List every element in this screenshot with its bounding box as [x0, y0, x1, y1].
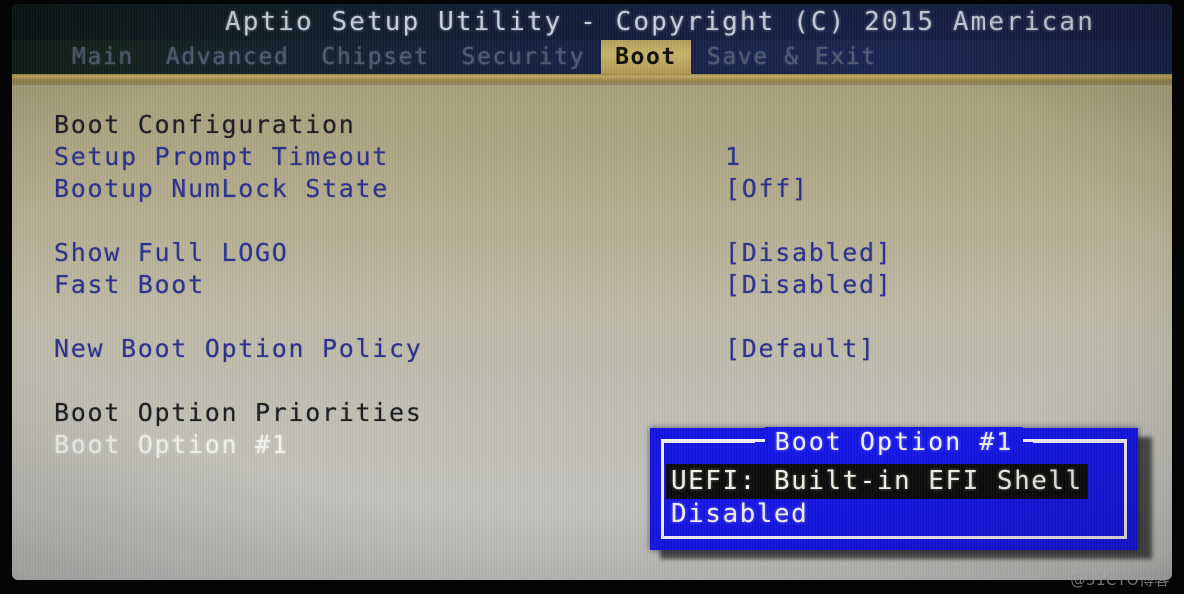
setting-row[interactable]: Setup Prompt Timeout 1: [12, 140, 1172, 172]
popup-option[interactable]: Disabled: [668, 498, 811, 530]
setting-label: Boot Configuration: [54, 109, 356, 139]
setting-label: Show Full LOGO: [54, 237, 289, 267]
setting-label: Bootup NumLock State: [54, 173, 390, 203]
boot-option-popup: Boot Option #1 UEFI: Built-in EFI Shell D…: [650, 426, 1138, 550]
popup-title-bar: Boot Option #1: [661, 426, 1127, 456]
menu-divider-shadow: [12, 82, 1172, 85]
page-title: Aptio Setup Utility - Copyright (C) 2015…: [225, 7, 1095, 37]
menu-tab-main[interactable]: Main: [56, 40, 150, 74]
setting-row[interactable]: Bootup NumLock State [Off]: [12, 172, 1172, 204]
setting-label: New Boot Option Policy: [54, 333, 423, 363]
setting-row[interactable]: New Boot Option Policy [Default]: [12, 332, 1172, 364]
menu-tab-chipset[interactable]: Chipset: [305, 40, 445, 74]
setting-label: Setup Prompt Timeout: [54, 141, 390, 171]
menu-tab-boot[interactable]: Boot: [601, 40, 691, 74]
title-bar: Aptio Setup Utility - Copyright (C) 2015…: [12, 4, 1172, 40]
setting-row[interactable]: Show Full LOGO [Disabled]: [12, 236, 1172, 268]
menu-tab-security[interactable]: Security: [446, 40, 602, 74]
popup-title-rule-right: [1033, 439, 1126, 443]
setting-value[interactable]: 1: [725, 142, 742, 171]
menu-tab-advanced[interactable]: Advanced: [150, 40, 306, 74]
setting-label: Boot Option #1: [54, 429, 289, 459]
watermark: @51CTO博客: [1070, 571, 1170, 589]
photo-frame: Aptio Setup Utility - Copyright (C) 2015…: [0, 0, 1184, 594]
menu-bar: Main Advanced Chipset Security Boot Save & Ex…: [12, 40, 1172, 74]
popup-title-rule-left: [662, 439, 755, 443]
setting-value[interactable]: [Off]: [725, 174, 809, 203]
setting-label: Boot Option Priorities: [54, 397, 423, 427]
menu-divider: [12, 74, 1172, 82]
setting-value[interactable]: [Disabled]: [725, 270, 893, 299]
menu-tab-save-exit[interactable]: Save & Exit: [691, 40, 893, 74]
setting-row[interactable]: Boot Option Priorities: [12, 396, 1172, 428]
popup-option[interactable]: UEFI: Built-in EFI Shell: [666, 464, 1088, 499]
popup-title: Boot Option #1: [764, 426, 1024, 456]
bios-screen: Aptio Setup Utility - Copyright (C) 2015…: [12, 4, 1172, 580]
menu-tabs: Main Advanced Chipset Security Boot Save & Ex…: [56, 40, 893, 74]
setting-value[interactable]: [Disabled]: [725, 238, 893, 267]
setting-row[interactable]: Boot Configuration: [12, 108, 1172, 140]
setting-row[interactable]: Fast Boot [Disabled]: [12, 268, 1172, 300]
setting-value[interactable]: [Default]: [725, 334, 876, 363]
setting-label: Fast Boot: [54, 269, 205, 299]
